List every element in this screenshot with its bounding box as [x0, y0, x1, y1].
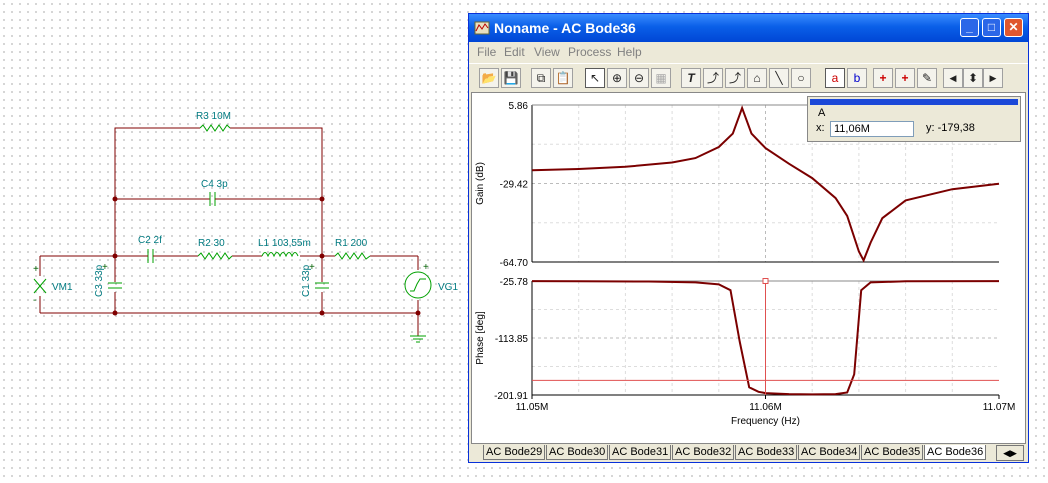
arrow-tool-icon[interactable]: ⤴ [703, 68, 723, 88]
menu-process[interactable]: Process [568, 45, 611, 59]
cursor-x-label: x: [816, 122, 825, 134]
cursor-y-readout: y: -179,38 [926, 122, 975, 134]
line-tool-icon[interactable]: ╲ [769, 68, 789, 88]
generator-vg1-symbol[interactable] [404, 271, 432, 299]
zoom-100-icon[interactable]: ⊖ [629, 68, 649, 88]
minimize-button[interactable]: _ [960, 18, 979, 37]
tab-ac-bode34[interactable]: AC Bode34 [798, 445, 861, 460]
app-icon [474, 21, 490, 35]
nav-updown-icon[interactable]: ⬍ [963, 68, 983, 88]
save-icon[interactable]: 💾 [501, 68, 521, 88]
x-axis-label: Frequency (Hz) [731, 416, 800, 427]
label-r3: R3 10M [196, 111, 231, 122]
text-tool-icon[interactable]: T [681, 68, 701, 88]
phase-ylabel: Phase [deg] [475, 311, 486, 365]
gain-ylabel: Gain (dB) [475, 162, 486, 205]
menu-edit[interactable]: Edit [504, 45, 525, 59]
capacitor-c1-symbol[interactable] [315, 282, 329, 289]
paste-icon[interactable]: 📋 [553, 68, 573, 88]
phase-ytick-label: -25.78 [500, 277, 529, 288]
menu-bar: File Edit View Process Help [469, 42, 1028, 62]
menu-view[interactable]: View [534, 45, 560, 59]
capacitor-c3-symbol[interactable] [108, 282, 122, 289]
maximize-button[interactable]: □ [982, 18, 1001, 37]
toolbar: 📂 💾 ⧉ 📋 ↖ ⊕ ⊖ ▦ T ⤴ ⤴ ⌂ ╲ ○ a b + + ✎ ◀ … [469, 63, 1028, 93]
circle-tool-icon[interactable]: ○ [791, 68, 811, 88]
nav-right-icon[interactable]: ▶ [983, 68, 1003, 88]
tab-ac-bode33[interactable]: AC Bode33 [735, 445, 798, 460]
menu-file[interactable]: File [477, 45, 496, 59]
label-vm1: VM1 [52, 282, 73, 293]
phase-ytick-label: -113.85 [495, 334, 529, 345]
nav-left-icon[interactable]: ◀ [943, 68, 963, 88]
tab-ac-bode29[interactable]: AC Bode29 [483, 445, 546, 460]
tab-ac-bode32[interactable]: AC Bode32 [672, 445, 735, 460]
voltmeter-vm1-symbol[interactable] [33, 278, 47, 294]
bode-plot-area[interactable]: 5.86 -29.42 -64.70 Gain (dB) -25.78 -113.85 -2… [471, 92, 1026, 444]
capacitor-c2-symbol[interactable] [140, 249, 162, 263]
copy-icon[interactable]: ⧉ [531, 68, 551, 88]
label-c3: C3 33p [94, 264, 105, 297]
label-c4: C4 3p [201, 179, 228, 190]
label-c1: C1 33p [301, 264, 312, 297]
cursor-a-handle [762, 278, 769, 284]
bode-window[interactable]: Noname - AC Bode36 _ □ ✕ File Edit View … [468, 13, 1029, 463]
x-tick-label: 11.07M [983, 402, 1016, 413]
wires [39, 127, 419, 336]
add-marker2-icon[interactable]: + [895, 68, 915, 88]
resistor-r1-symbol[interactable] [334, 252, 371, 260]
tab-ac-bode31[interactable]: AC Bode31 [609, 445, 672, 460]
label-tool-icon[interactable]: ⌂ [747, 68, 767, 88]
label-l1: L1 103,55m [258, 238, 311, 249]
inductor-l1-symbol[interactable] [261, 252, 299, 258]
cursor-x-field[interactable]: 11,06M [830, 121, 914, 137]
pointer-icon[interactable]: ↖ [585, 68, 605, 88]
tab-scroll-arrows-icon[interactable]: ◀▶ [996, 445, 1024, 461]
open-folder-icon[interactable]: 📂 [479, 68, 499, 88]
gain-ytick-label: -64.70 [500, 258, 529, 269]
svg-text:+: + [33, 264, 39, 275]
title-bar[interactable]: Noname - AC Bode36 _ □ ✕ [469, 14, 1028, 42]
zoom-in-icon[interactable]: ⊕ [607, 68, 627, 88]
label-c2: C2 2f [138, 235, 162, 246]
cursor-name: A [818, 107, 826, 119]
menu-help[interactable]: Help [617, 45, 642, 59]
gain-ytick-label: -29.42 [500, 180, 529, 191]
label-vg1: VG1 [438, 282, 458, 293]
label-r2: R2 30 [198, 238, 225, 249]
tab-ac-bode36[interactable]: AC Bode36 [924, 445, 987, 460]
capacitor-c4-symbol[interactable] [190, 192, 237, 206]
cursor-readout-panel[interactable]: A x: 11,06M y: -179,38 [807, 96, 1021, 142]
bode-plot-svg[interactable]: 5.86 -29.42 -64.70 Gain (dB) -25.78 -113.85 -2… [472, 93, 1027, 445]
tab-ac-bode30[interactable]: AC Bode30 [546, 445, 609, 460]
add-marker-icon[interactable]: + [873, 68, 893, 88]
svg-text:+: + [423, 262, 429, 273]
close-button[interactable]: ✕ [1004, 18, 1023, 37]
phase-ytick-label: -201.91 [494, 391, 528, 402]
window-title: Noname - AC Bode36 [494, 20, 636, 36]
gain-ytick-label: 5.86 [509, 101, 529, 112]
cursor-a-icon[interactable]: a [825, 68, 845, 88]
grid-icon[interactable]: ▦ [651, 68, 671, 88]
probe-icon[interactable]: ✎ [917, 68, 937, 88]
cursor-b-icon[interactable]: b [847, 68, 867, 88]
tab-ac-bode35[interactable]: AC Bode35 [861, 445, 924, 460]
ground-symbol [410, 335, 426, 343]
arrow-tool2-icon[interactable]: ⤴ [725, 68, 745, 88]
label-r1: R1 200 [335, 238, 368, 249]
x-tick-label: 11.05M [516, 402, 549, 413]
resistor-r2-symbol[interactable] [197, 252, 233, 260]
x-tick-label: 11.06M [749, 402, 782, 413]
svg-text:-: - [33, 295, 36, 306]
circuit-schematic[interactable]: + - + + + R3 10M C4 3p C2 2f R2 30 L1 10… [0, 0, 470, 483]
resistor-r3-symbol[interactable] [199, 124, 231, 132]
tab-strip: AC Bode29 AC Bode30 AC Bode31 AC Bode32 … [471, 444, 1026, 461]
cursor-panel-bar[interactable] [810, 99, 1018, 105]
